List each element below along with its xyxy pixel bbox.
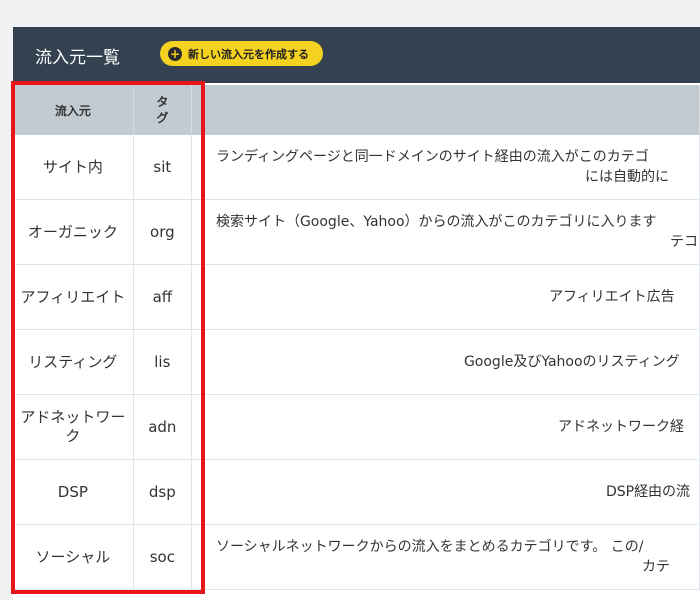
table-row[interactable]: サイト内 sit ランディングページと同一ドメインのサイト経由の流入がこのカテゴ… — [13, 135, 700, 200]
tag-cell: dsp — [133, 459, 192, 525]
description-cell: DSP経由の流 — [191, 459, 700, 525]
create-source-button-label: 新しい流入元を作成する — [188, 47, 309, 61]
description-cell: ソーシャルネットワークからの流入をまとめるカテゴリです。 この/ カテ — [191, 524, 700, 590]
source-cell: オーガニック — [13, 199, 134, 265]
source-cell: DSP — [13, 459, 134, 525]
tag-cell: lis — [133, 329, 192, 395]
table-row[interactable]: DSP dsp DSP経由の流 — [13, 459, 700, 525]
page-title: 流入元一覧 — [35, 47, 120, 68]
column-header-source: 流入元 — [13, 85, 134, 135]
source-cell: アフィリエイト — [13, 264, 134, 330]
tag-cell: sit — [133, 135, 192, 200]
create-source-button[interactable]: + 新しい流入元を作成する — [160, 41, 323, 66]
column-header-description — [191, 85, 700, 135]
panel-header: 流入元一覧 + 新しい流入元を作成する — [13, 27, 700, 83]
tag-cell: adn — [133, 394, 192, 460]
table-row[interactable]: オーガニック org 検索サイト（Google、Yahoo）からの流入がこのカテ… — [13, 199, 700, 265]
table-row[interactable]: リスティング lis Google及びYahooのリスティング — [13, 329, 700, 395]
source-cell: サイト内 — [13, 135, 134, 200]
table-row[interactable]: アフィリエイト aff アフィリエイト広告 — [13, 264, 700, 330]
table-row[interactable]: アドネットワーク adn アドネットワーク経 — [13, 394, 700, 460]
tag-cell: soc — [133, 524, 192, 590]
source-cell: ソーシャル — [13, 524, 134, 590]
tag-cell: org — [133, 199, 192, 265]
tag-cell: aff — [133, 264, 192, 330]
description-cell: アドネットワーク経 — [191, 394, 700, 460]
table-row[interactable]: ソーシャル soc ソーシャルネットワークからの流入をまとめるカテゴリです。 こ… — [13, 524, 700, 590]
table-header-row: 流入元 タ グ — [13, 85, 700, 135]
description-cell: アフィリエイト広告 — [191, 264, 700, 330]
source-list-panel: 流入元一覧 + 新しい流入元を作成する 流入元 タ グ サイト内 sit ランデ… — [13, 27, 700, 600]
source-table: 流入元 タ グ サイト内 sit ランディングページと同一ドメインのサイト経由の… — [13, 85, 700, 590]
column-header-tag: タ グ — [133, 85, 192, 135]
source-cell: リスティング — [13, 329, 134, 395]
description-cell: 検索サイト（Google、Yahoo）からの流入がこのカテゴリに入ります テコ — [191, 199, 700, 265]
source-cell: アドネットワーク — [13, 394, 134, 460]
plus-circle-icon: + — [168, 46, 182, 61]
description-cell: ランディングページと同一ドメインのサイト経由の流入がこのカテゴ には自動的に — [191, 135, 700, 200]
description-cell: Google及びYahooのリスティング — [191, 329, 700, 395]
